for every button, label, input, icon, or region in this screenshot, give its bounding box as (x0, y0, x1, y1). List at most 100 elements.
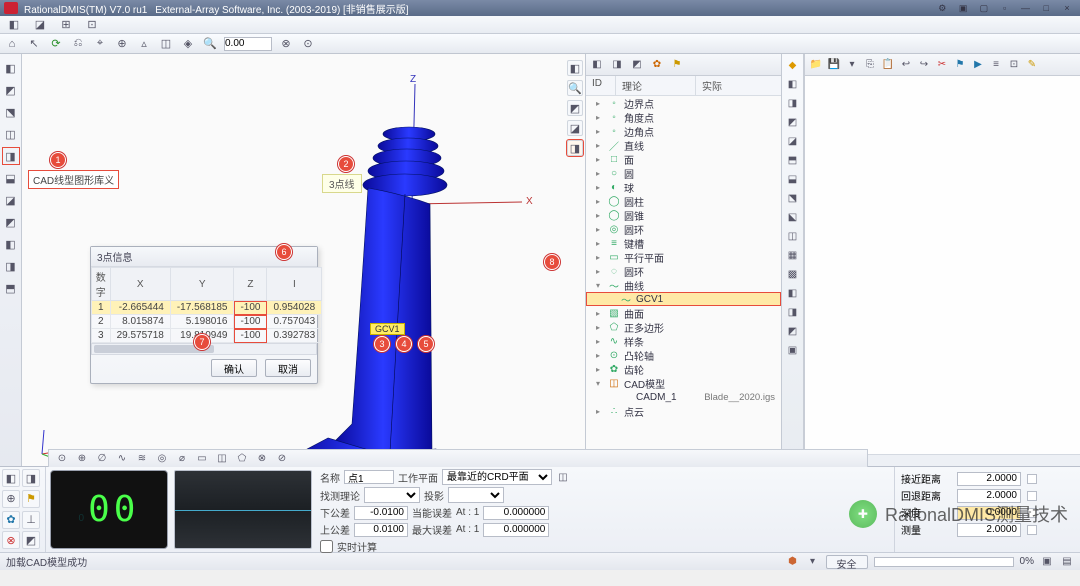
bp-tb-icon[interactable]: ⊘ (275, 452, 289, 466)
table-row[interactable]: 1-2.665444-17.568185-1000.954028 (92, 301, 322, 315)
tree-item[interactable]: ▸◌圆环 (586, 264, 781, 278)
approach-input[interactable] (957, 472, 1021, 486)
rail-icon[interactable]: ◩ (3, 214, 19, 230)
status-icon[interactable]: ▣ (1040, 555, 1054, 569)
status-icon[interactable]: ▾ (806, 555, 820, 569)
rp-icon[interactable]: ↩ (899, 58, 913, 72)
rail-icon[interactable]: ⬔ (3, 104, 19, 120)
side-icon[interactable]: ⬕ (786, 210, 800, 224)
tool-icon[interactable]: ⌖ (92, 36, 108, 52)
rp-icon[interactable]: ⎘ (863, 58, 877, 72)
bp-tb-icon[interactable]: ∿ (115, 452, 129, 466)
unit-box[interactable] (1027, 508, 1037, 518)
tree-item[interactable]: ▸○圆 (586, 166, 781, 180)
cut-icon[interactable]: ✂ (935, 58, 949, 72)
menu-icon[interactable]: ⊞ (58, 17, 74, 33)
tree-item[interactable]: ▾～曲线 (586, 278, 781, 292)
vp-icon[interactable]: ◧ (567, 60, 583, 76)
tree-item[interactable]: CADM_1Blade__2020.igs (586, 390, 781, 404)
rail-icon[interactable]: ◧ (3, 236, 19, 252)
bp-tb-icon[interactable]: ⊕ (75, 452, 89, 466)
side-icon[interactable]: ⬒ (786, 153, 800, 167)
bp-icon[interactable]: ✿ (2, 511, 20, 529)
side-icon[interactable]: ◧ (786, 286, 800, 300)
side-icon[interactable]: ◨ (786, 305, 800, 319)
bp-icon[interactable]: ⊗ (2, 531, 20, 549)
tree-item[interactable]: ▸◯圆锥 (586, 208, 781, 222)
rp-icon[interactable]: ✎ (1025, 58, 1039, 72)
bp-icon[interactable]: ◫ (556, 470, 570, 484)
rp-icon[interactable]: 📁 (809, 58, 823, 72)
menu-icon[interactable]: ⊡ (84, 17, 100, 33)
unit-box[interactable] (1027, 491, 1037, 501)
save-icon[interactable]: 💾 (827, 58, 841, 72)
tree-item[interactable]: ▾◫CAD模型 (586, 376, 781, 390)
tree-item[interactable]: ▸◦边角点 (586, 124, 781, 138)
cancel-button[interactable]: 取消 (265, 359, 311, 377)
script-editor[interactable] (805, 76, 1080, 454)
rail-icon[interactable]: ⬓ (3, 170, 19, 186)
rp-icon[interactable]: ▾ (845, 58, 859, 72)
tool-icon[interactable]: ◈ (180, 36, 196, 52)
tree-tool-icon[interactable]: ⚑ (670, 58, 684, 72)
tree-item[interactable]: ▸⬠正多边形 (586, 320, 781, 334)
tool-icon[interactable]: ▢ (975, 2, 993, 14)
tree-item[interactable]: ▸▭平行平面 (586, 250, 781, 264)
cursor-icon[interactable]: ↖ (26, 36, 42, 52)
side-icon[interactable]: ⬔ (786, 191, 800, 205)
menu-icon[interactable]: ◪ (32, 17, 48, 33)
side-icon[interactable]: ◫ (786, 229, 800, 243)
status-icon[interactable]: ⬢ (786, 555, 800, 569)
tree-item[interactable]: ▸◐球 (586, 180, 781, 194)
rail-icon[interactable]: ◨ (3, 148, 19, 164)
bp-tb-icon[interactable]: ⊗ (255, 452, 269, 466)
bp-tb-icon[interactable]: ∅ (95, 452, 109, 466)
side-icon[interactable]: ▦ (786, 248, 800, 262)
bp-icon[interactable]: ◨ (22, 469, 40, 487)
vp-icon[interactable]: ◪ (567, 120, 583, 136)
bp-tb-icon[interactable]: ▭ (195, 452, 209, 466)
toolbar-value-input[interactable] (224, 37, 272, 51)
rp-icon[interactable]: ⚑ (953, 58, 967, 72)
tree-tool-icon[interactable]: ◩ (630, 58, 644, 72)
bp-tb-icon[interactable]: ⬠ (235, 452, 249, 466)
proj-select[interactable] (448, 487, 504, 503)
workplane-select[interactable]: 最靠近的CRD平面 (442, 469, 552, 485)
tool-icon[interactable]: ⎌ (70, 36, 86, 52)
bp-icon[interactable]: ◧ (2, 469, 20, 487)
viewport-3d[interactable]: ◧ 🔍 ◩ ◪ ◨ (22, 54, 586, 466)
bp-icon[interactable]: ◩ (22, 531, 40, 549)
bp-icon[interactable]: ⊕ (2, 490, 20, 508)
bp-tb-icon[interactable]: ⌀ (175, 452, 189, 466)
vp-icon[interactable]: 🔍 (567, 80, 583, 96)
tool-icon[interactable]: ⊕ (114, 36, 130, 52)
side-icon[interactable]: ◩ (786, 324, 800, 338)
close-button[interactable]: × (1058, 2, 1076, 14)
realtime-check[interactable] (320, 540, 333, 553)
vp-icon[interactable]: ◨ (567, 140, 583, 156)
rp-icon[interactable]: ▶ (971, 58, 985, 72)
tool-icon[interactable]: ⚙ (933, 2, 951, 14)
tree-item[interactable]: ▸∿样条 (586, 334, 781, 348)
table-row[interactable]: 28.0158745.198016-1000.757043 (92, 315, 322, 329)
tree-item[interactable]: ▸✿齿轮 (586, 362, 781, 376)
lowertol-input[interactable] (354, 506, 408, 520)
depth-input[interactable] (957, 506, 1021, 520)
tree-tool-icon[interactable]: ◧ (590, 58, 604, 72)
rail-icon[interactable]: ◨ (3, 258, 19, 274)
tree-item[interactable]: ▸◎圆环 (586, 222, 781, 236)
tool-icon[interactable]: ▣ (954, 2, 972, 14)
side-icon[interactable]: ▩ (786, 267, 800, 281)
side-icon[interactable]: ▣ (786, 343, 800, 357)
tree-item[interactable]: ▸∴点云 (586, 404, 781, 418)
sec-button[interactable]: 安全 (826, 555, 868, 569)
tool-icon[interactable]: ▫ (996, 2, 1014, 14)
minimize-button[interactable]: — (1016, 2, 1034, 14)
tree-item[interactable]: ▸≡键槽 (586, 236, 781, 250)
rp-icon[interactable]: 📋 (881, 58, 895, 72)
tree-item[interactable]: ▸／直线 (586, 138, 781, 152)
tree-item[interactable]: ▸▧曲面 (586, 306, 781, 320)
bp-icon[interactable]: ⊥ (22, 511, 40, 529)
unit-box[interactable] (1027, 525, 1037, 535)
findtheo-select[interactable] (364, 487, 420, 503)
